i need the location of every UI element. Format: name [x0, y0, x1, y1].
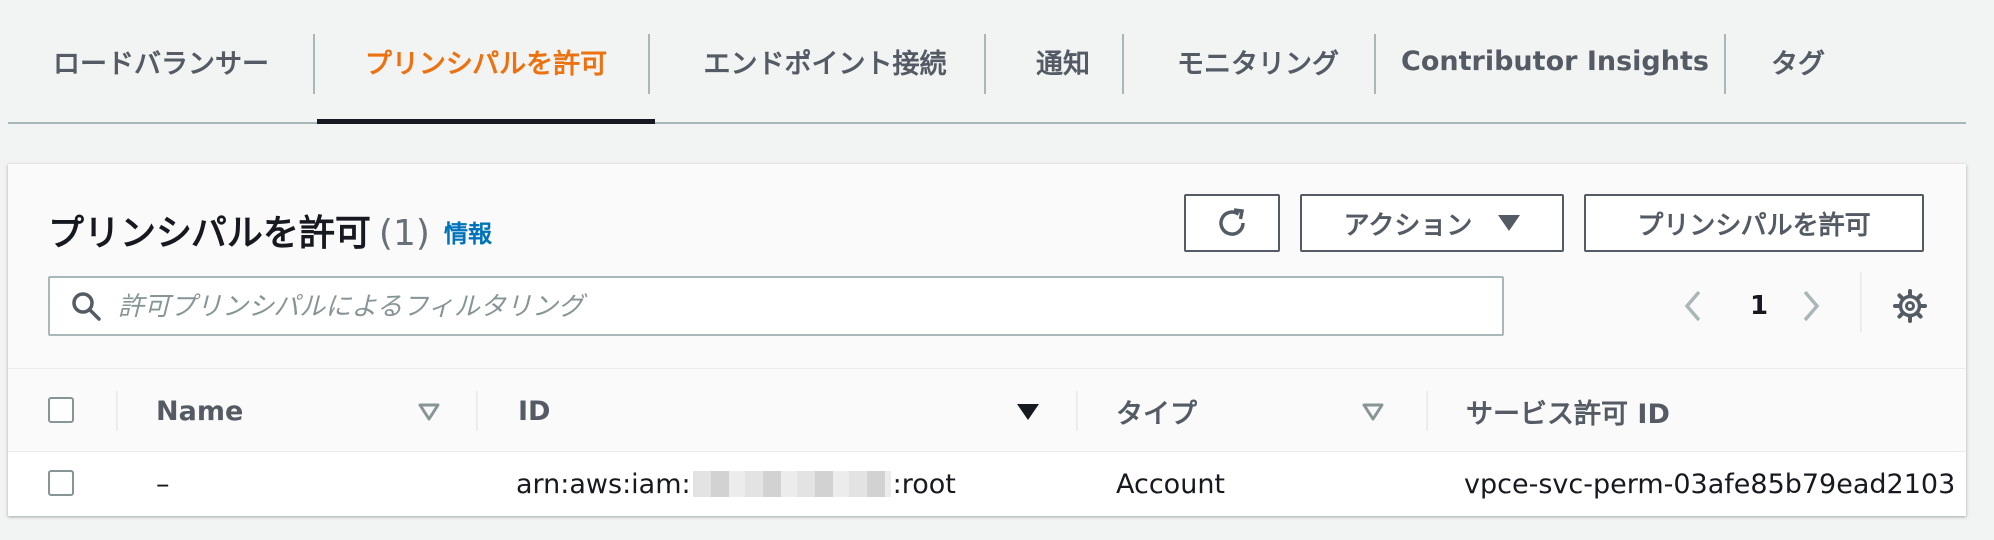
- tab-divider: [1724, 34, 1726, 94]
- principal-count: (1): [378, 213, 430, 254]
- chevron-left-icon[interactable]: [1680, 288, 1706, 324]
- search-icon: [72, 292, 101, 321]
- tab-notifications[interactable]: 通知: [1008, 0, 1118, 122]
- cell-service-permission-id: vpce-svc-perm-03afe85b79ead2103: [1464, 468, 1956, 500]
- tab-monitoring[interactable]: モニタリング: [1146, 0, 1370, 122]
- column-header-type[interactable]: タイプ: [1116, 369, 1197, 453]
- search-box: [48, 276, 1504, 336]
- cell-id-suffix: :root: [892, 468, 956, 500]
- redacted-account-id: [692, 471, 891, 497]
- actions-dropdown[interactable]: アクション: [1300, 194, 1564, 252]
- tab-divider: [1374, 34, 1376, 94]
- info-link[interactable]: 情報: [444, 214, 492, 249]
- allow-principals-button[interactable]: プリンシパルを許可: [1584, 194, 1924, 252]
- cell-type: Account: [1116, 468, 1226, 500]
- tab-load-balancers[interactable]: ロードバランサー: [26, 0, 296, 122]
- column-header-service-permission-id[interactable]: サービス許可 ID: [1466, 369, 1670, 453]
- table-row: – arn:aws:iam: :root Account vpce-svc-per…: [8, 452, 1966, 516]
- tab-bar: ロードバランサー プリンシパルを許可 エンドポイント接続 通知 モニタリング C…: [8, 0, 1966, 124]
- page-number[interactable]: 1: [1746, 288, 1772, 324]
- table-header: Name ID タイプ サービス許可 ID: [8, 368, 1966, 452]
- column-divider: [116, 391, 118, 431]
- sort-descending-icon[interactable]: [1016, 403, 1040, 421]
- select-all-checkbox[interactable]: [48, 397, 74, 423]
- pager-divider: [1860, 272, 1862, 332]
- column-divider: [1076, 391, 1078, 431]
- column-header-id[interactable]: ID: [518, 369, 550, 453]
- row-checkbox[interactable]: [48, 470, 74, 496]
- cell-id: arn:aws:iam: :root: [516, 452, 956, 516]
- tab-contributor-insights[interactable]: Contributor Insights: [1396, 0, 1714, 122]
- sort-icon[interactable]: [418, 403, 440, 421]
- allow-principals-panel: プリンシパルを許可(1) 情報 アクション プリンシパルを許可 1: [8, 164, 1966, 516]
- refresh-icon: [1219, 208, 1245, 236]
- tab-allow-principals[interactable]: プリンシパルを許可: [317, 0, 655, 124]
- tab-divider: [313, 34, 315, 94]
- search-input[interactable]: [116, 282, 1490, 332]
- column-divider: [476, 391, 478, 431]
- column-divider: [1426, 391, 1428, 431]
- chevron-right-icon[interactable]: [1798, 288, 1824, 324]
- refresh-button[interactable]: [1184, 194, 1280, 252]
- tab-tags[interactable]: タグ: [1748, 0, 1848, 122]
- tab-divider: [648, 34, 650, 94]
- page-title: プリンシパルを許可 (1): [48, 204, 430, 256]
- caret-down-icon: [1498, 215, 1521, 231]
- cell-id-prefix: arn:aws:iam:: [516, 468, 691, 500]
- panel-title-text: プリンシパルを許可: [48, 213, 371, 254]
- tab-divider: [1122, 34, 1124, 94]
- cell-name: –: [156, 468, 170, 500]
- column-header-name[interactable]: Name: [156, 369, 243, 453]
- panel-header: プリンシパルを許可(1) 情報 アクション プリンシパルを許可 1: [8, 164, 1966, 368]
- gear-icon[interactable]: [1892, 288, 1928, 324]
- actions-label: アクション: [1343, 210, 1473, 241]
- tab-endpoint-connections[interactable]: エンドポイント接続: [670, 0, 980, 122]
- tab-divider: [984, 34, 986, 94]
- sort-icon[interactable]: [1362, 403, 1384, 421]
